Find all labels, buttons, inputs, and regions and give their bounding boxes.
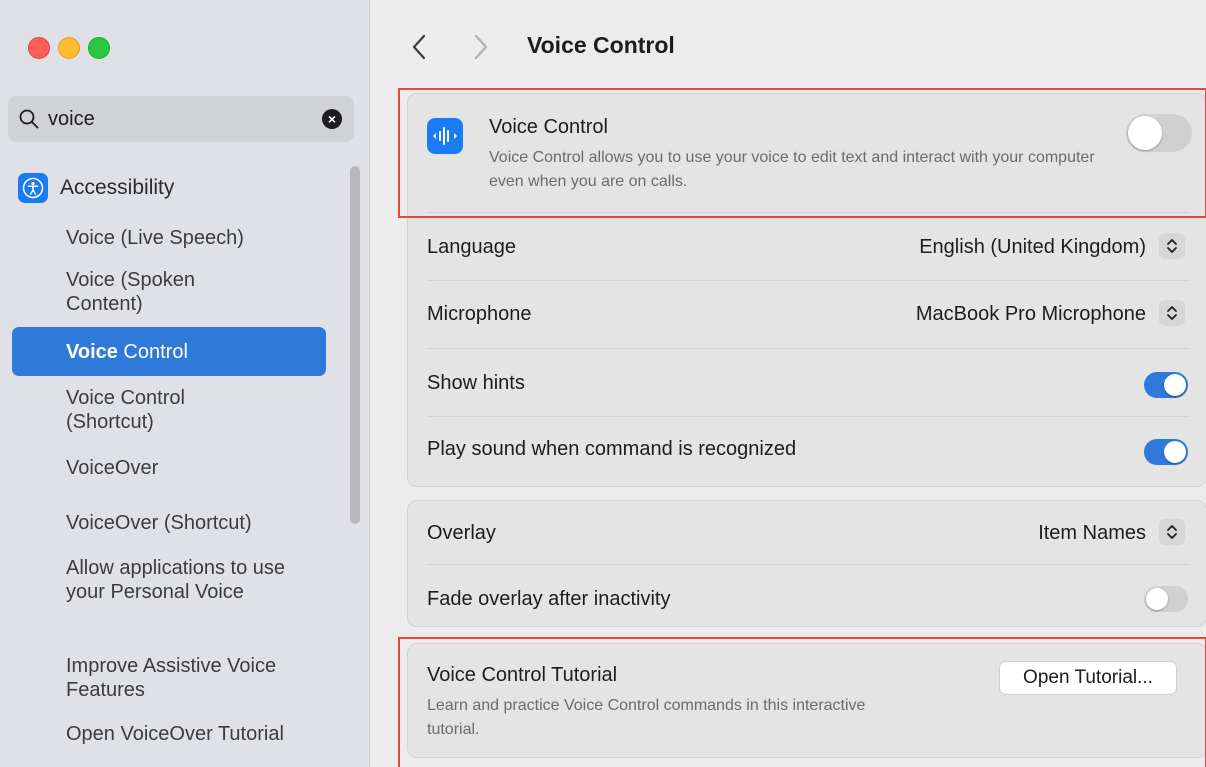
sidebar-item-label: Voice Control	[66, 341, 188, 363]
microphone-stepper-icon[interactable]	[1159, 300, 1185, 326]
divider	[427, 564, 1190, 565]
fade-overlay-toggle[interactable]	[1144, 586, 1188, 612]
tutorial-description: Learn and practice Voice Control command…	[427, 697, 866, 738]
divider	[427, 416, 1190, 417]
toggle-knob	[1146, 588, 1168, 610]
sidebar-item-voice-control[interactable]: Voice Control	[12, 327, 326, 376]
chevron-left-icon	[412, 34, 426, 60]
close-window-button[interactable]	[28, 37, 50, 59]
language-label: Language	[427, 236, 516, 258]
sidebar-item-personal-voice[interactable]: Allow applications to use your Personal …	[66, 556, 286, 604]
microphone-value[interactable]: MacBook Pro Microphone	[916, 303, 1146, 326]
toggle-knob	[1164, 374, 1186, 396]
sidebar-item-voiceover-shortcut[interactable]: VoiceOver (Shortcut)	[66, 511, 252, 535]
language-value[interactable]: English (United Kingdom)	[919, 236, 1146, 259]
overlay-value[interactable]: Item Names	[1038, 522, 1146, 545]
chevron-right-icon	[474, 34, 488, 60]
play-sound-toggle[interactable]	[1144, 439, 1188, 465]
sidebar-item-open-voiceover-tutorial[interactable]: Open VoiceOver Tutorial	[66, 722, 286, 746]
sidebar-section-label: Accessibility	[60, 176, 175, 199]
fade-overlay-label: Fade overlay after inactivity	[427, 588, 671, 610]
divider	[427, 348, 1190, 349]
main-pane: Voice Control Voice Control Voice Contro…	[371, 0, 1206, 767]
window-controls	[28, 37, 110, 59]
overlay-stepper-icon[interactable]	[1159, 519, 1185, 545]
show-hints-label: Show hints	[427, 372, 525, 394]
show-hints-toggle[interactable]	[1144, 372, 1188, 398]
microphone-label: Microphone	[427, 303, 532, 325]
sidebar-item-voice-live-speech[interactable]: Voice (Live Speech)	[66, 226, 244, 250]
page-title: Voice Control	[527, 32, 675, 58]
voice-control-title: Voice Control	[489, 116, 608, 138]
language-stepper-icon[interactable]	[1159, 233, 1185, 259]
accessibility-icon	[18, 173, 48, 203]
sidebar-item-accessibility[interactable]: Accessibility	[18, 168, 174, 208]
sidebar-item-voice-control-shortcut[interactable]: Voice Control (Shortcut)	[66, 386, 266, 434]
minimize-window-button[interactable]	[58, 37, 80, 59]
sidebar-item-voiceover[interactable]: VoiceOver	[66, 456, 158, 480]
maximize-window-button[interactable]	[88, 37, 110, 59]
sidebar-item-voice-spoken-content[interactable]: Voice (Spoken Content)	[66, 268, 266, 316]
overlay-label: Overlay	[427, 522, 496, 544]
play-sound-label: Play sound when command is recognized	[427, 438, 797, 460]
voice-control-toggle[interactable]	[1126, 114, 1192, 152]
sidebar-scrollbar[interactable]	[350, 166, 360, 524]
clear-search-icon[interactable]: ×	[322, 109, 342, 129]
search-field[interactable]: ×	[8, 96, 354, 142]
tutorial-title: Voice Control Tutorial	[427, 664, 618, 686]
voice-control-description: Voice Control allows you to use your voi…	[489, 149, 1095, 190]
divider	[427, 280, 1190, 281]
toggle-knob	[1164, 441, 1186, 463]
sidebar-item-improve-assistive-voice[interactable]: Improve Assistive Voice Features	[66, 654, 286, 702]
back-button[interactable]	[407, 30, 431, 64]
open-tutorial-button[interactable]: Open Tutorial...	[999, 661, 1177, 695]
toggle-knob	[1128, 116, 1162, 150]
search-icon	[19, 109, 39, 129]
search-input[interactable]	[48, 104, 308, 134]
sidebar: × Accessibility Voice (Live Speech) Voic…	[0, 0, 370, 767]
divider	[427, 212, 1190, 213]
forward-button[interactable]	[469, 30, 493, 64]
waveform-icon	[427, 118, 463, 154]
